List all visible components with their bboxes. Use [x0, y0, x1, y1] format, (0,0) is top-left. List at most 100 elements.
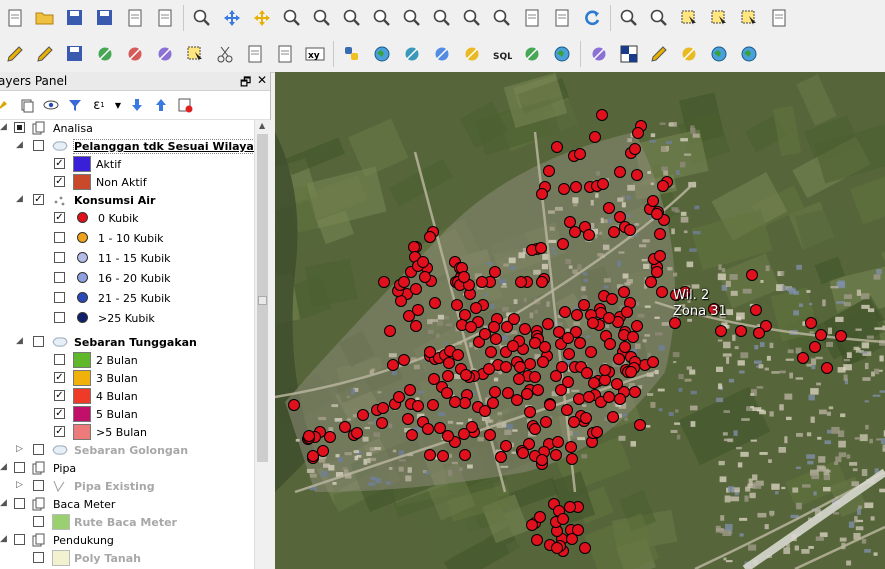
water-consumption-point[interactable]	[815, 329, 827, 341]
water-consumption-point[interactable]	[583, 391, 595, 403]
water-consumption-point[interactable]	[410, 283, 422, 295]
collapse-arrow-icon[interactable]: ◢	[0, 534, 7, 544]
water-consumption-point[interactable]	[551, 542, 563, 554]
water-consumption-point[interactable]	[500, 440, 512, 452]
layer-row[interactable]: Rute Baca Meter	[0, 514, 254, 532]
layer-checkbox[interactable]	[54, 292, 65, 303]
water-consumption-point[interactable]	[608, 226, 620, 238]
layer-checkbox[interactable]: ✓	[54, 212, 65, 223]
water-consumption-point[interactable]	[597, 178, 609, 190]
layer-checkbox[interactable]	[14, 534, 25, 545]
water-consumption-point[interactable]	[805, 317, 817, 329]
layer-row[interactable]: >25 Kubik	[0, 310, 254, 328]
water-consumption-point[interactable]	[531, 534, 543, 546]
water-consumption-point[interactable]	[614, 211, 626, 223]
user-plugin-icon[interactable]	[460, 42, 484, 66]
water-consumption-point[interactable]	[536, 276, 548, 288]
water-consumption-point[interactable]	[618, 286, 630, 298]
layer-checkbox[interactable]: ✓	[54, 176, 65, 187]
water-consumption-point[interactable]	[821, 362, 833, 374]
water-consumption-point[interactable]	[351, 427, 363, 439]
water-consumption-point[interactable]	[750, 304, 762, 316]
water-consumption-point[interactable]	[578, 299, 590, 311]
water-consumption-point[interactable]	[288, 399, 300, 411]
layer-row[interactable]: ◢ Pelanggan tdk Sesuai Wilayah	[0, 138, 254, 156]
layer-row[interactable]: ✓ Non Aktif	[0, 174, 254, 192]
water-consumption-point[interactable]	[495, 451, 507, 463]
pan-to-selection-icon[interactable]	[250, 6, 274, 30]
grid-icon[interactable]	[617, 42, 641, 66]
layer-row[interactable]: ◢ Sebaran Tunggakan	[0, 334, 254, 352]
layer-row[interactable]: ✓ 5 Bulan	[0, 406, 254, 424]
water-consumption-point[interactable]	[535, 242, 547, 254]
sql-icon[interactable]: SQL	[490, 42, 514, 66]
water-consumption-point[interactable]	[384, 325, 396, 337]
layer-row[interactable]: ▷ Pipa Existing	[0, 478, 254, 496]
water-consumption-point[interactable]	[614, 393, 626, 405]
save-as-icon[interactable]	[93, 6, 117, 30]
layer-row[interactable]: 11 - 15 Kubik	[0, 250, 254, 268]
water-consumption-point[interactable]	[604, 338, 616, 350]
layer-checkbox[interactable]	[33, 336, 44, 347]
water-consumption-point[interactable]	[378, 276, 390, 288]
water-consumption-point[interactable]	[557, 238, 569, 250]
layer-row[interactable]: 16 - 20 Kubik	[0, 270, 254, 288]
water-consumption-point[interactable]	[573, 393, 585, 405]
water-consumption-point[interactable]	[552, 436, 564, 448]
water-consumption-point[interactable]	[459, 397, 471, 409]
water-consumption-point[interactable]	[654, 250, 666, 262]
water-consumption-point[interactable]	[521, 388, 533, 400]
water-consumption-point[interactable]	[603, 312, 615, 324]
collapse-arrow-icon[interactable]: ◢	[16, 140, 23, 150]
filter-expression-icon[interactable]: ε1	[90, 96, 108, 114]
water-consumption-point[interactable]	[561, 404, 573, 416]
water-consumption-point[interactable]	[583, 229, 595, 241]
visibility-eye-icon[interactable]	[42, 96, 60, 114]
water-consumption-point[interactable]	[536, 454, 548, 466]
water-consumption-point[interactable]	[621, 306, 633, 318]
water-consumption-point[interactable]	[489, 266, 501, 278]
water-consumption-point[interactable]	[654, 228, 666, 240]
zoom-out-icon[interactable]	[310, 6, 334, 30]
layer-row[interactable]: ✓ 4 Bulan	[0, 388, 254, 406]
water-consumption-point[interactable]	[651, 208, 663, 220]
layer-row[interactable]: ◢ Pipa	[0, 460, 254, 478]
water-consumption-point[interactable]	[543, 165, 555, 177]
water-consumption-point[interactable]	[809, 341, 821, 353]
layer-checkbox[interactable]: ✓	[54, 426, 65, 437]
delete-selected-icon[interactable]	[183, 42, 207, 66]
deselect-icon[interactable]	[737, 6, 761, 30]
layer-row[interactable]: ◢ ✓ Konsumsi Air	[0, 192, 254, 210]
layer-row[interactable]: ✓ 0 Kubik	[0, 210, 254, 228]
water-consumption-point[interactable]	[484, 429, 496, 441]
layer-row[interactable]: 2 Bulan	[0, 352, 254, 370]
globe-plugin-icon[interactable]	[370, 42, 394, 66]
digitize-icon[interactable]	[3, 42, 27, 66]
map-canvas[interactable]: Wil. 2 Zona 31	[275, 72, 885, 569]
water-consumption-point[interactable]	[715, 325, 727, 337]
water-consumption-point[interactable]	[540, 416, 552, 428]
water-consumption-point[interactable]	[303, 430, 315, 442]
water-consumption-point[interactable]	[627, 331, 639, 343]
layer-row[interactable]: Poly Tanah	[0, 550, 254, 568]
new-project-icon[interactable]	[3, 6, 27, 30]
water-consumption-point[interactable]	[565, 441, 577, 453]
collapse-all-icon[interactable]	[152, 96, 170, 114]
remove-layer-icon[interactable]	[176, 96, 194, 114]
water-consumption-point[interactable]	[647, 195, 659, 207]
water-consumption-point[interactable]	[797, 352, 809, 364]
water-consumption-point[interactable]	[564, 501, 576, 513]
layer-checkbox[interactable]	[54, 312, 65, 323]
layer-checkbox[interactable]	[14, 498, 25, 509]
copy-icon[interactable]	[243, 42, 267, 66]
water-consumption-point[interactable]	[449, 396, 461, 408]
collapse-arrow-icon[interactable]: ◢	[16, 194, 23, 204]
water-consumption-point[interactable]	[422, 423, 434, 435]
water-consumption-point[interactable]	[537, 356, 549, 368]
water-consumption-point[interactable]	[569, 226, 581, 238]
edit-pencil-icon[interactable]	[33, 42, 57, 66]
water-consumption-point[interactable]	[536, 188, 548, 200]
water-consumption-point[interactable]	[452, 349, 464, 361]
paste-icon[interactable]	[273, 42, 297, 66]
water-consumption-point[interactable]	[735, 325, 747, 337]
